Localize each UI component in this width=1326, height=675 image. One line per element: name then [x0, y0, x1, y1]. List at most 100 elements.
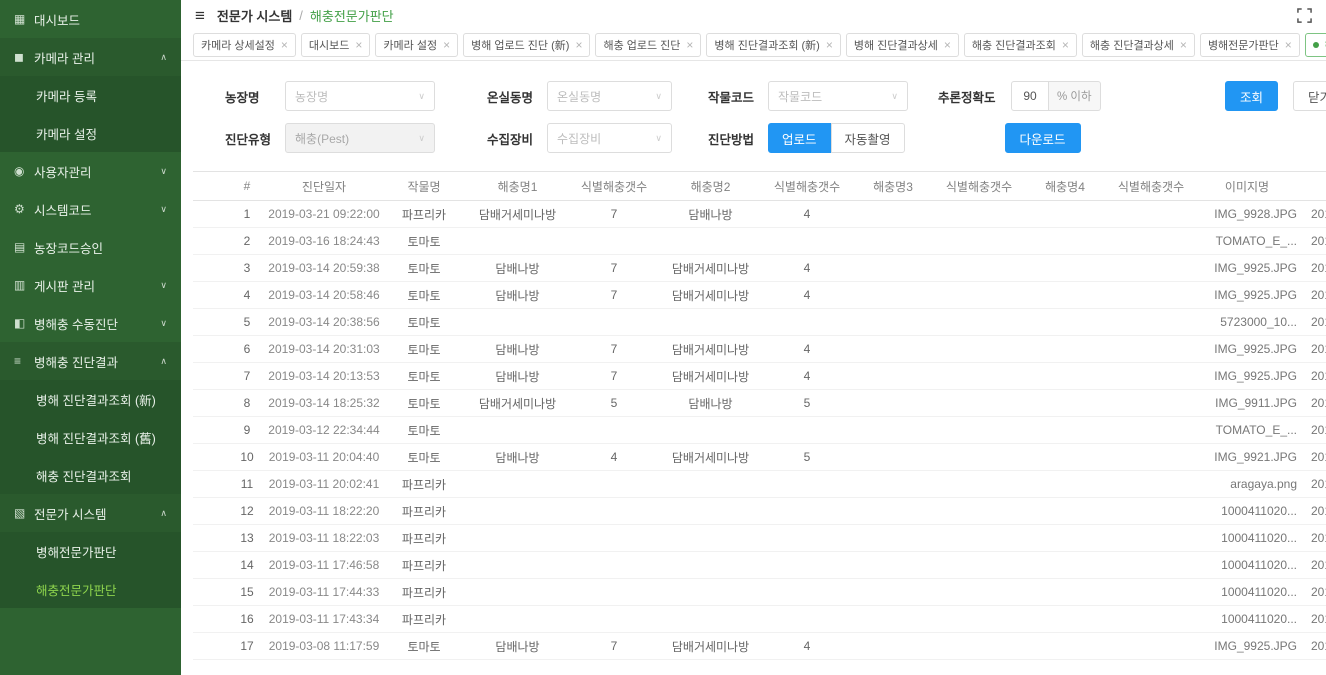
cell-cnt1: 7: [570, 288, 658, 302]
cell-num: 4: [229, 288, 265, 302]
download-button[interactable]: 다운로드: [1005, 123, 1081, 153]
tab-label: 병해 업로드 진단 (新): [471, 37, 569, 53]
cell-cnt2: 4: [763, 639, 851, 653]
sidebar-item[interactable]: 병해 진단결과조회 (舊): [0, 418, 181, 456]
sidebar-item-icon: [14, 316, 34, 330]
fullscreen-icon[interactable]: [1297, 8, 1312, 23]
cell-image: TOMATO_E_...: [1195, 234, 1299, 248]
sidebar-item-icon: [14, 278, 34, 292]
sidebar-item-label: 농장코드승인: [34, 238, 103, 257]
cell-image: IMG_9925.JPG: [1195, 288, 1299, 302]
cell-date: 2019-03-11 17:43:34: [265, 612, 383, 626]
sidebar-item-icon: [14, 506, 34, 520]
tab[interactable]: 병해 진단결과조회 (新): [706, 33, 840, 57]
tab-close-icon[interactable]: [443, 39, 450, 51]
cell-pest2: 담배나방: [658, 206, 763, 223]
cell-image: IMG_9921.JPG: [1195, 450, 1299, 464]
active-tab-dot-icon: [1313, 42, 1319, 48]
device-select[interactable]: 수집장비: [547, 123, 672, 153]
cell-pest1: 담배나방: [465, 341, 570, 358]
sidebar-item[interactable]: 병해전문가판단: [0, 532, 181, 570]
cell-reg: 201: [1299, 342, 1326, 356]
cell-num: 6: [229, 342, 265, 356]
breadcrumb-current: 해충전문가판단: [310, 6, 394, 25]
sidebar-item[interactable]: 대시보드: [0, 0, 181, 38]
sidebar-item[interactable]: 카메라 관리: [0, 38, 181, 76]
sidebar-item[interactable]: 병해충 진단결과: [0, 342, 181, 380]
cell-date: 2019-03-11 20:02:41: [265, 477, 383, 491]
table-row: 2 2019-03-16 18:24:43 토마토 TOMATO_E_...: [193, 228, 1326, 255]
cell-num: 17: [229, 639, 265, 653]
sidebar-item[interactable]: 카메라 등록: [0, 76, 181, 114]
chevron-down-icon: [891, 91, 898, 102]
tab-close-icon[interactable]: [281, 39, 288, 51]
sidebar-item-label: 시스템코드: [34, 200, 92, 219]
farm-filter: 농장명 농장명: [225, 81, 435, 111]
device-filter: 수집장비 수집장비: [487, 123, 672, 153]
tab-close-icon[interactable]: [1062, 39, 1069, 51]
column-header-num: #: [229, 179, 265, 193]
farm-select[interactable]: 농장명: [285, 81, 435, 111]
sidebar-item-label: 카메라 관리: [34, 48, 95, 67]
sidebar-item[interactable]: 해충전문가판단: [0, 570, 181, 608]
cell-cnt2: 4: [763, 207, 851, 221]
table-row: 4 2019-03-14 20:58:46 토마토 담배나방 7 담배거세미나방…: [193, 282, 1326, 309]
tab[interactable]: 병해전문가판단: [1200, 33, 1300, 57]
sidebar-item[interactable]: 해충 진단결과조회: [0, 456, 181, 494]
sidebar-item[interactable]: 시스템코드: [0, 190, 181, 228]
accuracy-input[interactable]: [1011, 81, 1049, 111]
tab[interactable]: 카메라 상세설정: [193, 33, 296, 57]
column-header-pest1: 해충명1: [465, 178, 570, 195]
sidebar-item[interactable]: 게시판 관리: [0, 266, 181, 304]
cell-date: 2019-03-11 20:04:40: [265, 450, 383, 464]
tab-close-icon[interactable]: [355, 39, 362, 51]
cell-image: 1000411020...: [1195, 531, 1299, 545]
diagnosis-type-select[interactable]: 해충(Pest): [285, 123, 435, 153]
tab[interactable]: 병해 업로드 진단 (新): [463, 33, 590, 57]
sidebar-item[interactable]: 카메라 설정: [0, 114, 181, 152]
tab-close-icon[interactable]: [1285, 39, 1292, 51]
device-label: 수집장비: [487, 129, 547, 148]
tab-label: 해충 업로드 진단: [603, 37, 680, 53]
sidebar-item[interactable]: 농장코드승인: [0, 228, 181, 266]
tab-close-icon[interactable]: [1180, 39, 1187, 51]
cell-date: 2019-03-12 22:34:44: [265, 423, 383, 437]
cell-date: 2019-03-14 20:31:03: [265, 342, 383, 356]
table-row: 17 2019-03-08 11:17:59 토마토 담배나방 7 담배거세미나…: [193, 633, 1326, 660]
close-button[interactable]: 닫기: [1293, 81, 1326, 111]
greenhouse-select[interactable]: 온실동명: [547, 81, 672, 111]
cell-date: 2019-03-14 18:25:32: [265, 396, 383, 410]
crop-code-select[interactable]: 작물코드: [768, 81, 908, 111]
tab-close-icon[interactable]: [826, 39, 833, 51]
tab[interactable]: 병해 진단결과상세: [846, 33, 959, 57]
crop-code-label: 작물코드: [708, 87, 768, 106]
table-row: 5 2019-03-14 20:38:56 토마토 5723000_10..: [193, 309, 1326, 336]
tab[interactable]: 해충 진단결과상세: [1082, 33, 1195, 57]
sidebar-item[interactable]: 병해 진단결과조회 (新): [0, 380, 181, 418]
cell-reg: 2018: [1299, 396, 1326, 410]
cell-cnt1: 7: [570, 261, 658, 275]
sidebar-item[interactable]: 병해충 수동진단: [0, 304, 181, 342]
breadcrumb-separator: /: [299, 8, 303, 23]
sidebar-item[interactable]: 전문가 시스템: [0, 494, 181, 532]
tab-label: 카메라 설정: [383, 37, 437, 53]
sidebar-item[interactable]: 사용자관리: [0, 152, 181, 190]
tab-close-icon[interactable]: [944, 39, 951, 51]
upload-method-button[interactable]: 업로드: [768, 123, 831, 153]
tab[interactable]: 해충 진단결과조회: [964, 33, 1077, 57]
tab-bar: 카메라 상세설정 대시보드 카메라 설정 병해 업로드 진: [181, 30, 1326, 61]
tab[interactable]: 카메라 설정: [375, 33, 458, 57]
tab[interactable]: 해충전문가판단: [1305, 33, 1326, 57]
menu-icon[interactable]: ≡: [195, 7, 205, 24]
search-button[interactable]: 조회: [1225, 81, 1278, 111]
auto-capture-method-button[interactable]: 자동촬영: [831, 123, 905, 153]
tab-close-icon[interactable]: [686, 39, 693, 51]
accuracy-filter: 추론정확도 % 이하: [938, 81, 1101, 111]
cell-crop: 토마토: [383, 233, 465, 250]
chevron-down-icon: [418, 91, 425, 102]
table-row: 13 2019-03-11 18:22:03 파프리카 1000411020: [193, 525, 1326, 552]
sidebar-item-icon: [14, 202, 34, 216]
tab-close-icon[interactable]: [575, 39, 582, 51]
tab[interactable]: 대시보드: [301, 33, 371, 57]
tab[interactable]: 해충 업로드 진단: [595, 33, 701, 57]
